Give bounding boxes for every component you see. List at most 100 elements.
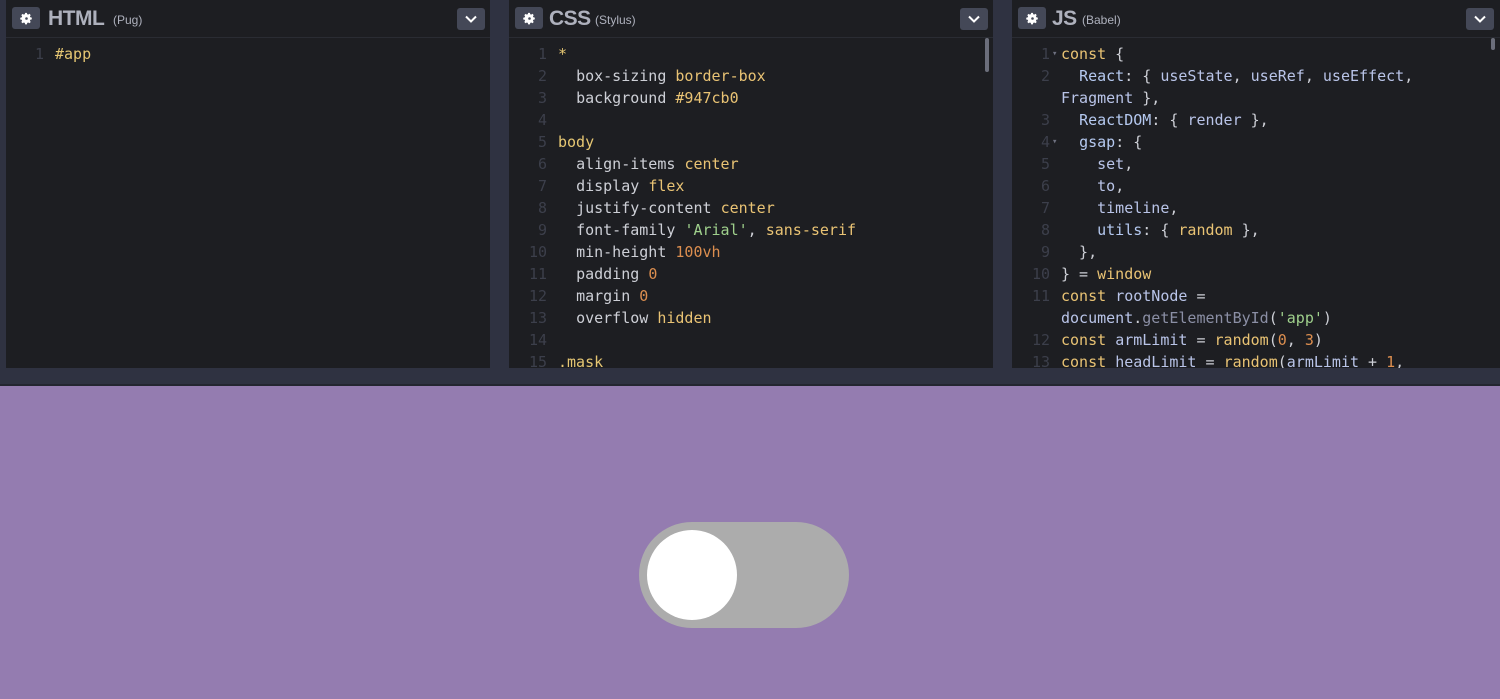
css-scrollbar[interactable] bbox=[985, 38, 989, 72]
code-line: 1 #app bbox=[6, 43, 490, 65]
code-text: font-family 'Arial', sans-serif bbox=[576, 221, 857, 239]
line-number: 12 bbox=[1031, 331, 1050, 349]
code-text: const headLimit = random(armLimit + 1, bbox=[1061, 353, 1405, 368]
code-line: 4 ▾ gsap: { bbox=[1012, 131, 1500, 153]
line-number: 3 bbox=[537, 89, 547, 107]
js-settings-button[interactable] bbox=[1018, 7, 1046, 29]
line-number: 1 bbox=[1040, 45, 1050, 63]
fold-arrow-icon[interactable]: ▾ bbox=[1052, 131, 1057, 153]
html-code-editor[interactable]: 1 #app bbox=[6, 40, 490, 368]
css-collapse-button[interactable] bbox=[960, 8, 988, 30]
code-line: Fragment }, bbox=[1012, 87, 1500, 109]
code-line: 2 React: { useState, useRef, useEffect, bbox=[1012, 65, 1500, 87]
code-line: 10} = window bbox=[1012, 263, 1500, 285]
line-number: 7 bbox=[1040, 199, 1050, 217]
line-number: 7 bbox=[537, 177, 547, 195]
pane-title: HTML bbox=[48, 7, 105, 30]
code-text: box-sizing border-box bbox=[576, 67, 766, 85]
js-collapse-button[interactable] bbox=[1466, 8, 1494, 30]
code-line: 3 ReactDOM: { render }, bbox=[1012, 109, 1500, 131]
line-number: 1 bbox=[34, 45, 44, 63]
line-number: 11 bbox=[528, 265, 547, 283]
code-text: set, bbox=[1097, 155, 1134, 173]
code-text: ReactDOM: { render }, bbox=[1079, 111, 1269, 129]
line-number: 10 bbox=[528, 243, 547, 261]
line-number: 3 bbox=[1040, 111, 1050, 129]
code-line: 13 overflow hidden bbox=[509, 307, 993, 329]
toggle-switch[interactable] bbox=[639, 522, 849, 628]
css-pane: CSS (Stylus) 1 * 2 box-sizing border-box 3 … bbox=[509, 0, 993, 368]
code-text: }, bbox=[1061, 243, 1098, 261]
code-text: * bbox=[558, 45, 568, 63]
code-line: 7 display flex bbox=[509, 175, 993, 197]
code-text: align-items center bbox=[576, 155, 739, 173]
code-text: const armLimit = random(0, 3) bbox=[1061, 331, 1323, 349]
html-collapse-button[interactable] bbox=[457, 8, 485, 30]
js-code-editor[interactable]: 1 ▾ const {2 React: { useState, useRef, us… bbox=[1012, 40, 1500, 368]
line-number: 13 bbox=[528, 309, 547, 327]
css-code-editor[interactable]: 1 * 2 box-sizing border-box 3 background #9… bbox=[509, 40, 993, 368]
code-text: background #947cb0 bbox=[576, 89, 739, 107]
gear-icon bbox=[19, 12, 32, 24]
fold-arrow-icon[interactable]: ▾ bbox=[1052, 43, 1057, 65]
line-number: 11 bbox=[1031, 287, 1050, 305]
gear-icon bbox=[522, 12, 535, 24]
line-number: 10 bbox=[1031, 265, 1050, 283]
chevron-down-icon bbox=[968, 15, 980, 23]
code-line: 9 }, bbox=[1012, 241, 1500, 263]
line-number: 5 bbox=[1040, 155, 1050, 173]
js-pane: JS (Babel) 1 ▾ const {2 React: { useState,… bbox=[1012, 0, 1500, 368]
pane-title: JS bbox=[1052, 7, 1077, 30]
code-text: body bbox=[558, 133, 595, 151]
code-line: 2 box-sizing border-box bbox=[509, 65, 993, 87]
toggle-knob[interactable] bbox=[647, 530, 737, 620]
line-number: 9 bbox=[537, 221, 547, 239]
code-text: .mask bbox=[558, 353, 604, 368]
chevron-down-icon bbox=[465, 15, 477, 23]
gear-icon bbox=[1025, 12, 1038, 24]
code-line: 10 min-height 100vh bbox=[509, 241, 993, 263]
pane-preprocessor: (Stylus) bbox=[595, 13, 636, 27]
code-text: to, bbox=[1097, 177, 1125, 195]
code-line: 15 .mask bbox=[509, 351, 993, 368]
line-number: 6 bbox=[537, 155, 547, 173]
code-text: const rootNode = bbox=[1061, 287, 1206, 305]
line-number: 1 bbox=[537, 45, 547, 63]
line-number: 15 bbox=[528, 353, 547, 368]
preview-area bbox=[0, 386, 1500, 699]
pane-preprocessor: (Pug) bbox=[113, 13, 143, 27]
code-text: React: { useState, useRef, useEffect, bbox=[1079, 67, 1414, 85]
pane-preprocessor: (Babel) bbox=[1082, 13, 1121, 27]
chevron-down-icon bbox=[1474, 15, 1486, 23]
line-number: 5 bbox=[537, 133, 547, 151]
line-number: 4 bbox=[1040, 133, 1050, 151]
editor-area: HTML (Pug) 1 #app CSS (Stylus) 1 * 2 box-si… bbox=[0, 0, 1500, 386]
code-text: #app bbox=[55, 45, 92, 63]
js-scrollbar[interactable] bbox=[1491, 38, 1495, 50]
line-number: 2 bbox=[1040, 67, 1050, 85]
code-line: 11 const rootNode = bbox=[1012, 285, 1500, 307]
line-number: 2 bbox=[537, 67, 547, 85]
code-text: const { bbox=[1061, 45, 1125, 63]
code-line: 12 const armLimit = random(0, 3) bbox=[1012, 329, 1500, 351]
html-settings-button[interactable] bbox=[12, 7, 40, 29]
code-text: min-height 100vh bbox=[576, 243, 721, 261]
line-number: 8 bbox=[1040, 221, 1050, 239]
code-line: 3 background #947cb0 bbox=[509, 87, 993, 109]
code-line: 8 justify-content center bbox=[509, 197, 993, 219]
code-text: display flex bbox=[576, 177, 685, 195]
code-line: 5 body bbox=[509, 131, 993, 153]
code-line: document.getElementById('app') bbox=[1012, 307, 1500, 329]
code-line: 4 bbox=[509, 109, 993, 131]
code-text: Fragment }, bbox=[1061, 89, 1161, 107]
html-pane-header: HTML (Pug) bbox=[6, 0, 490, 38]
line-number: 8 bbox=[537, 199, 547, 217]
line-number: 4 bbox=[537, 111, 547, 129]
code-text: margin 0 bbox=[576, 287, 649, 305]
html-pane: HTML (Pug) 1 #app bbox=[6, 0, 490, 368]
code-line: 9 font-family 'Arial', sans-serif bbox=[509, 219, 993, 241]
code-line: 1 ▾ const { bbox=[1012, 43, 1500, 65]
code-line: 11 padding 0 bbox=[509, 263, 993, 285]
css-settings-button[interactable] bbox=[515, 7, 543, 29]
line-number: 14 bbox=[528, 331, 547, 349]
